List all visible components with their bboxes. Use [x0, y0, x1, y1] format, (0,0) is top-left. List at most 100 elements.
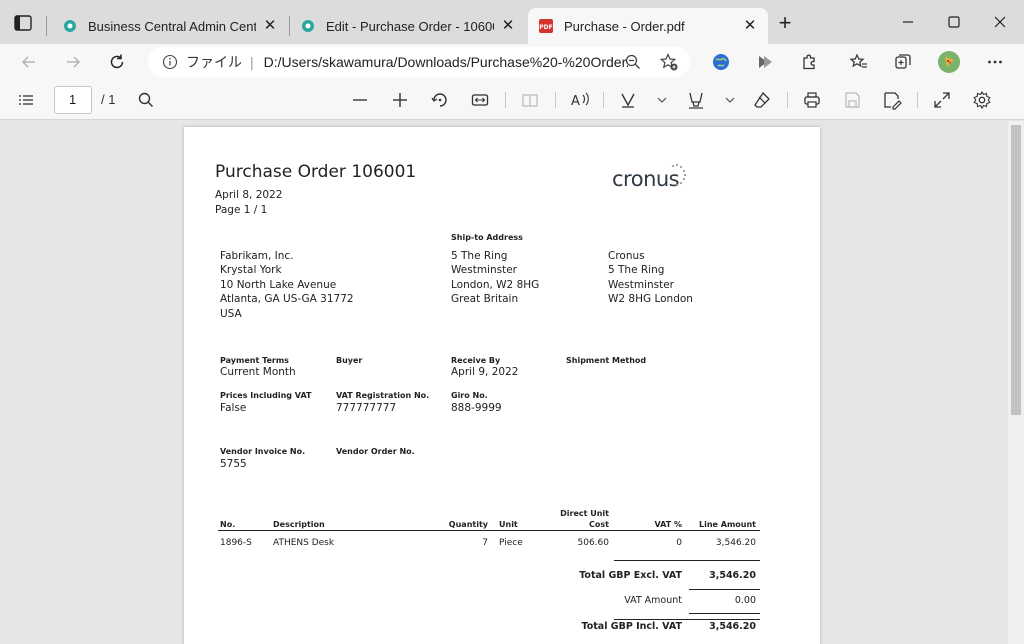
page-view-icon[interactable]	[518, 88, 542, 112]
eraser-icon[interactable]	[750, 88, 774, 112]
close-icon[interactable]: ✕	[742, 18, 758, 34]
ship-to-address-line: Great Britain	[451, 293, 519, 305]
vat-registration-value: 777777777	[336, 402, 397, 414]
more-options-icon[interactable]	[982, 49, 1008, 75]
totals-rule	[614, 560, 760, 561]
vat-amount-label: VAT Amount	[624, 595, 682, 606]
vat-registration-label: VAT Registration No.	[336, 391, 430, 400]
window-close-icon[interactable]	[988, 10, 1012, 34]
svg-text:A: A	[571, 94, 580, 109]
col-header-quantity: Quantity	[448, 520, 488, 529]
toolbar-divider	[787, 92, 788, 108]
tab-separator	[46, 16, 47, 36]
add-favorite-icon[interactable]	[656, 49, 682, 75]
prices-incl-vat-label: Prices Including VAT	[220, 391, 312, 400]
toolbar-divider	[555, 92, 556, 108]
zoom-out-icon[interactable]	[348, 88, 372, 112]
business-central-icon	[62, 18, 78, 34]
row-no: 1896-S	[220, 538, 252, 548]
rotate-icon[interactable]	[428, 88, 452, 112]
extensions-icon[interactable]	[796, 49, 822, 75]
company-address-line: Westminster	[608, 279, 674, 291]
totals-rule	[689, 613, 760, 614]
zoom-icon[interactable]	[620, 49, 646, 75]
row-direct-unit-cost: 506.60	[577, 538, 610, 548]
col-header-direct-unit-cost-line1: Direct Unit	[560, 509, 609, 518]
pdf-viewer[interactable]: Purchase Order 106001 April 8, 2022 Page…	[0, 121, 1008, 644]
close-icon[interactable]: ✕	[262, 18, 278, 34]
ship-to-label: Ship-to Address	[451, 233, 523, 242]
minimize-icon[interactable]	[896, 10, 920, 34]
tab-business-central-admin[interactable]: Business Central Admin Center ✕	[52, 8, 288, 44]
row-line-amount: 3,546.20	[715, 538, 756, 548]
expand-icon[interactable]	[930, 88, 954, 112]
col-header-line-amount: Line Amount	[699, 520, 756, 529]
row-description: ATHENS Desk	[273, 538, 335, 548]
ship-to-address-line: London, W2 8HG	[451, 279, 540, 291]
company-address-line: W2 8HG London	[608, 293, 693, 305]
tab-edit-purchase-order[interactable]: Edit - Purchase Order - 106001 - ✕	[290, 8, 526, 44]
forward-icon[interactable]	[60, 49, 86, 75]
page-indicator: Page 1 / 1	[215, 204, 268, 216]
col-header-direct-unit-cost-line2: Cost	[589, 520, 609, 529]
col-header-unit: Unit	[499, 520, 518, 529]
scrollbar-thumb[interactable]	[1011, 125, 1021, 415]
totals-rule	[689, 589, 760, 590]
tab-bar: Business Central Admin Center ✕ Edit - P…	[0, 0, 1024, 44]
profile-avatar-icon[interactable]	[936, 49, 962, 75]
fit-to-width-icon[interactable]	[468, 88, 492, 112]
zoom-in-icon[interactable]	[388, 88, 412, 112]
address-bar-row: ファイル | D:/Users/skawamura/Downloads/Purc…	[0, 44, 1024, 80]
vat-amount-value: 0.00	[734, 595, 756, 606]
print-icon[interactable]	[800, 88, 824, 112]
globe-extension-icon[interactable]	[708, 49, 734, 75]
pdf-page: Purchase Order 106001 April 8, 2022 Page…	[184, 127, 820, 644]
read-aloud-extension-icon[interactable]	[752, 49, 778, 75]
document-date: April 8, 2022	[215, 189, 283, 201]
row-unit: Piece	[499, 538, 523, 548]
maximize-icon[interactable]	[942, 10, 966, 34]
company-address-line: Cronus	[608, 250, 645, 262]
vendor-address-line: Fabrikam, Inc.	[220, 250, 294, 262]
tab-actions-icon[interactable]	[12, 12, 34, 34]
tab-label: Business Central Admin Center	[88, 18, 256, 34]
totals-rule	[614, 619, 760, 620]
chevron-down-icon[interactable]	[650, 88, 674, 112]
payment-terms-label: Payment Terms	[220, 356, 289, 365]
read-aloud-icon[interactable]: A	[568, 88, 592, 112]
favorites-icon[interactable]	[846, 49, 872, 75]
highlight-icon[interactable]	[684, 88, 708, 112]
toolbar-divider	[603, 92, 604, 108]
chevron-down-icon[interactable]	[718, 88, 742, 112]
back-icon[interactable]	[16, 49, 42, 75]
col-header-no: No.	[220, 520, 236, 529]
settings-gear-icon[interactable]	[970, 88, 994, 112]
col-header-description: Description	[273, 520, 325, 529]
giro-label: Giro No.	[451, 391, 488, 400]
vendor-address-line: USA	[220, 308, 242, 320]
new-tab-icon[interactable]: +	[775, 12, 795, 34]
refresh-icon[interactable]	[104, 49, 130, 75]
vendor-address-line: Atlanta, GA US-GA 31772	[220, 293, 354, 305]
save-as-icon[interactable]	[880, 88, 904, 112]
search-icon[interactable]	[134, 88, 158, 112]
pdf-toolbar: 1 / 1 A	[0, 80, 1024, 120]
payment-terms-value: Current Month	[220, 366, 296, 378]
ship-to-address-line: 5 The Ring	[451, 250, 508, 262]
tab-purchase-order-pdf[interactable]: PDF Purchase - Order.pdf ✕	[528, 8, 768, 44]
collections-icon[interactable]	[890, 49, 916, 75]
vendor-order-label: Vendor Order No.	[336, 447, 415, 456]
prices-incl-vat-value: False	[220, 402, 247, 414]
info-icon[interactable]	[162, 54, 178, 70]
close-icon[interactable]: ✕	[500, 18, 516, 34]
vertical-scrollbar[interactable]	[1008, 121, 1024, 644]
save-icon[interactable]	[840, 88, 864, 112]
table-of-contents-icon[interactable]	[14, 88, 38, 112]
address-input[interactable]: ファイル | D:/Users/skawamura/Downloads/Purc…	[148, 47, 690, 77]
row-vat-pct: 0	[676, 538, 682, 548]
document-title: Purchase Order 106001	[215, 162, 417, 182]
draw-icon[interactable]	[616, 88, 640, 112]
toolbar-divider	[917, 92, 918, 108]
total-excl-vat-value: 3,546.20	[709, 570, 756, 581]
page-number-input[interactable]: 1	[54, 86, 92, 114]
